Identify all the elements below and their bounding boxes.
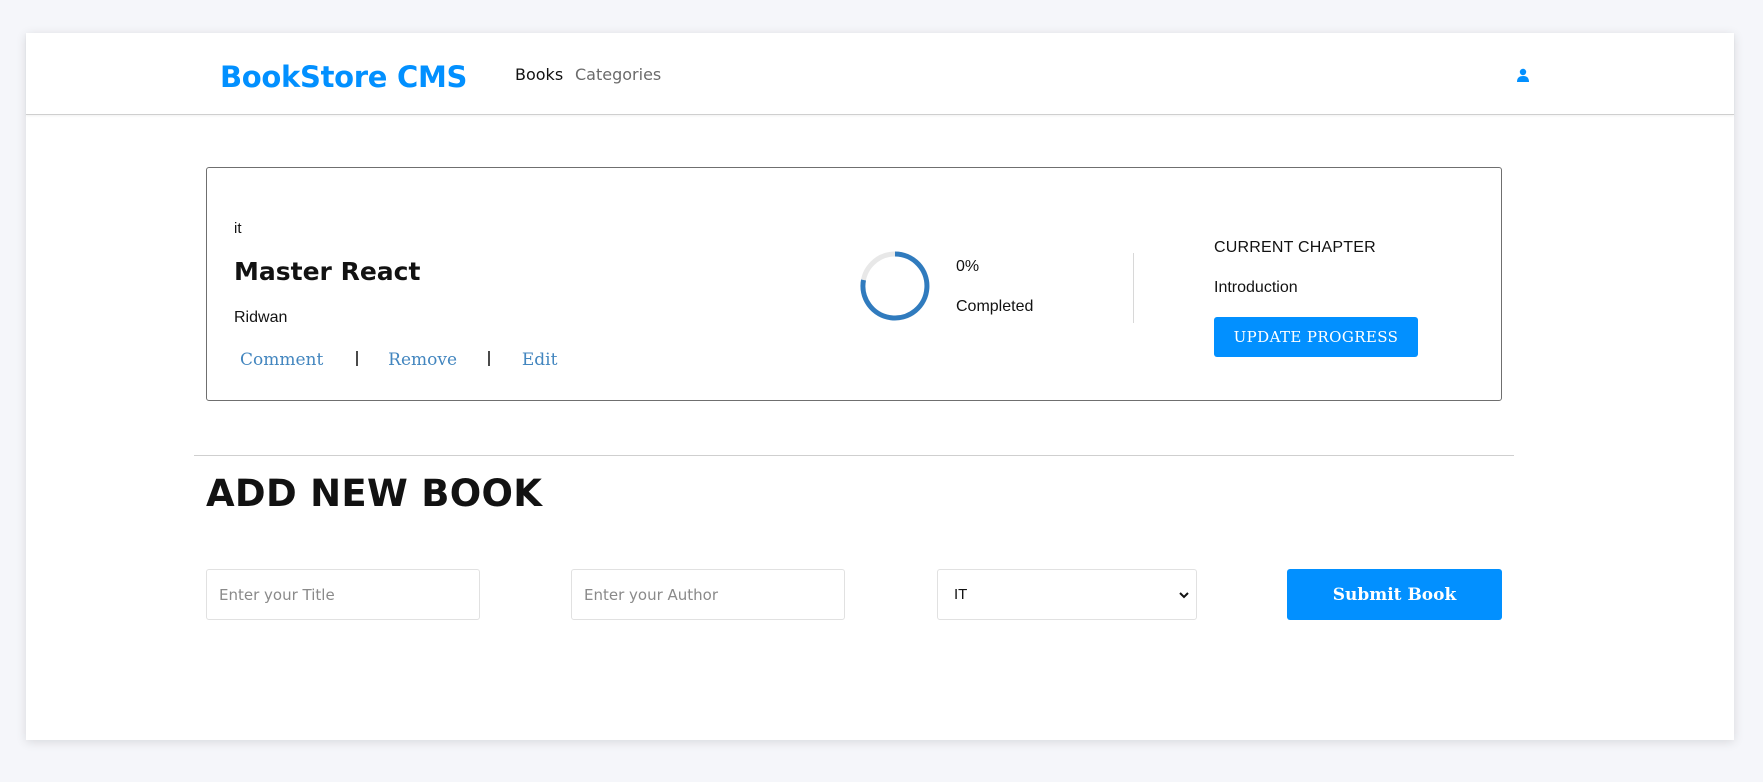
category-select[interactable]: IT — [937, 569, 1197, 620]
title-input[interactable] — [206, 569, 480, 620]
action-divider — [488, 351, 491, 366]
book-card: it Master React Ridwan Comment Remove Ed… — [206, 167, 1502, 401]
progress-completed-label: Completed — [956, 298, 1034, 315]
chevron-down-icon — [1179, 592, 1189, 599]
book-actions: Comment Remove Edit — [240, 349, 557, 371]
add-book-heading: ADD NEW BOOK — [206, 472, 543, 515]
update-progress-button[interactable]: UPDATE PROGRESS — [1214, 317, 1418, 357]
progress-divider — [1133, 253, 1134, 323]
section-divider — [194, 455, 1514, 456]
progress-ring — [860, 251, 930, 321]
action-divider — [355, 351, 358, 366]
comment-button[interactable]: Comment — [240, 349, 323, 371]
edit-button[interactable]: Edit — [522, 349, 558, 371]
submit-book-button[interactable]: Submit Book — [1287, 569, 1502, 620]
book-genre: it — [234, 220, 242, 237]
header: BookStore CMS Books Categories — [26, 33, 1734, 115]
author-input[interactable] — [571, 569, 845, 620]
user-icon[interactable] — [1516, 68, 1530, 82]
book-title: Master React — [234, 257, 421, 286]
brand-logo[interactable]: BookStore CMS — [220, 59, 467, 95]
current-chapter-label: CURRENT CHAPTER — [1214, 239, 1376, 256]
category-selected-value: IT — [954, 586, 968, 603]
nav-categories[interactable]: Categories — [575, 65, 661, 85]
nav-books[interactable]: Books — [515, 65, 563, 85]
progress-percent: 0% — [956, 258, 980, 275]
book-author: Ridwan — [234, 309, 288, 326]
current-chapter: Introduction — [1214, 279, 1298, 296]
remove-button[interactable]: Remove — [388, 349, 457, 371]
